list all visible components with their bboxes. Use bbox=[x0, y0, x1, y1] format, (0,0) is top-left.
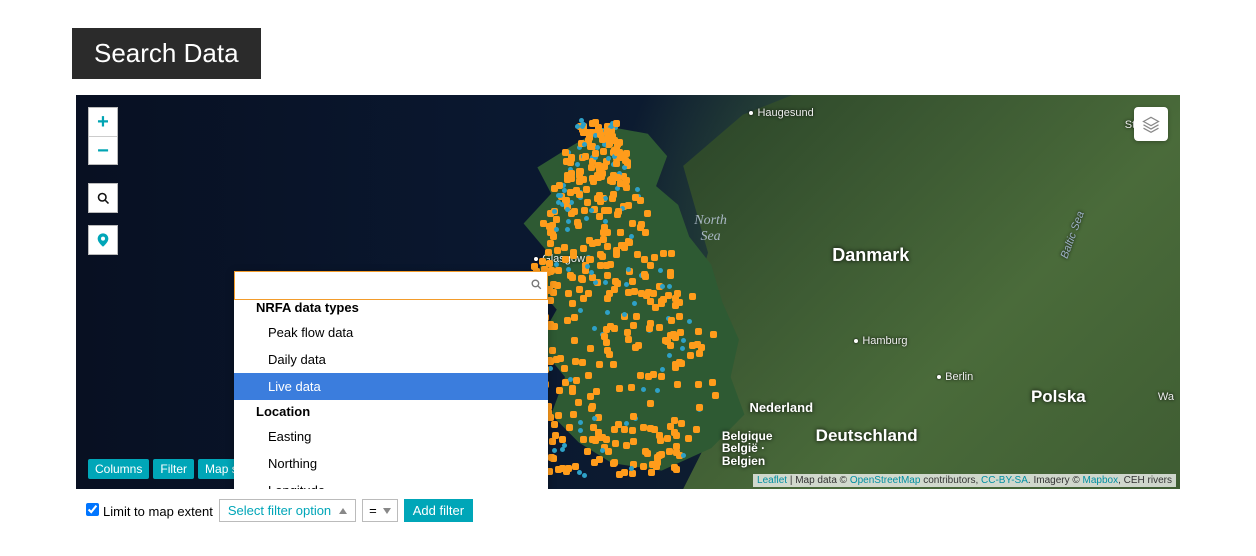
filter-option-longitude[interactable]: Longitude bbox=[234, 477, 548, 493]
filter-option-list[interactable]: NRFA data types Peak flow data Daily dat… bbox=[234, 300, 548, 493]
filter-search-row bbox=[234, 271, 548, 300]
north-sea-label: North Sea bbox=[694, 213, 727, 245]
chevron-up-icon bbox=[339, 508, 347, 514]
zoom-out-button[interactable]: − bbox=[89, 136, 117, 164]
country-deutschland: Deutschland bbox=[816, 426, 918, 446]
search-icon bbox=[530, 278, 543, 294]
limit-extent-text: Limit to map extent bbox=[103, 504, 213, 519]
select-filter-text: Select filter option bbox=[228, 503, 331, 518]
operator-text: = bbox=[369, 503, 377, 518]
zoom-control: + − bbox=[88, 107, 118, 165]
city-wa-partial: Wa bbox=[1158, 391, 1174, 403]
filter-dropdown-panel: NRFA data types Peak flow data Daily dat… bbox=[234, 271, 548, 493]
map-container[interactable]: North Sea Danmark Nederland Deutschland … bbox=[72, 91, 1184, 493]
below-map-controls: Limit to map extent Select filter option… bbox=[72, 493, 1184, 522]
country-belgium: Belgique België · Belgien bbox=[722, 430, 773, 468]
mapbox-link[interactable]: Mapbox bbox=[1083, 475, 1119, 486]
page-title: Search Data bbox=[72, 28, 261, 79]
city-berlin: Berlin bbox=[937, 371, 973, 383]
filter-option-live-data[interactable]: Live data bbox=[234, 373, 548, 400]
zoom-in-button[interactable]: + bbox=[89, 108, 117, 136]
city-haugesund: Haugesund bbox=[749, 107, 813, 119]
map-marker-button[interactable] bbox=[88, 225, 118, 255]
limit-extent-checkbox[interactable] bbox=[86, 503, 99, 516]
marker-icon bbox=[95, 231, 111, 249]
add-filter-button[interactable]: Add filter bbox=[404, 499, 473, 522]
osm-link[interactable]: OpenStreetMap bbox=[850, 475, 921, 486]
filter-group-header: NRFA data types bbox=[234, 300, 548, 319]
map-search-button[interactable] bbox=[88, 183, 118, 213]
country-danmark: Danmark bbox=[832, 245, 909, 266]
chevron-down-icon bbox=[383, 508, 391, 514]
layers-control[interactable] bbox=[1134, 107, 1168, 141]
city-glasgow: Glasgow bbox=[534, 253, 585, 265]
filter-option-easting[interactable]: Easting bbox=[234, 423, 548, 450]
filter-option-peak-flow[interactable]: Peak flow data bbox=[234, 319, 548, 346]
leaflet-link[interactable]: Leaflet bbox=[757, 475, 787, 486]
filter-search-input[interactable] bbox=[239, 276, 530, 295]
search-icon bbox=[96, 191, 111, 206]
columns-chip[interactable]: Columns bbox=[88, 459, 149, 479]
map-attribution: Leaflet | Map data © OpenStreetMap contr… bbox=[753, 474, 1176, 487]
select-filter-option-dropdown[interactable]: Select filter option bbox=[219, 499, 356, 522]
limit-extent-label[interactable]: Limit to map extent bbox=[86, 503, 213, 519]
country-polska: Polska bbox=[1031, 387, 1086, 407]
layers-icon bbox=[1141, 114, 1161, 134]
filter-group-header: Location bbox=[234, 400, 548, 423]
filter-option-northing[interactable]: Northing bbox=[234, 450, 548, 477]
filter-chip[interactable]: Filter bbox=[153, 459, 194, 479]
cc-link[interactable]: CC-BY-SA bbox=[981, 475, 1028, 486]
operator-dropdown[interactable]: = bbox=[362, 499, 398, 522]
country-nederland: Nederland bbox=[749, 400, 813, 415]
filter-option-daily-data[interactable]: Daily data bbox=[234, 346, 548, 373]
city-hamburg: Hamburg bbox=[854, 335, 907, 347]
